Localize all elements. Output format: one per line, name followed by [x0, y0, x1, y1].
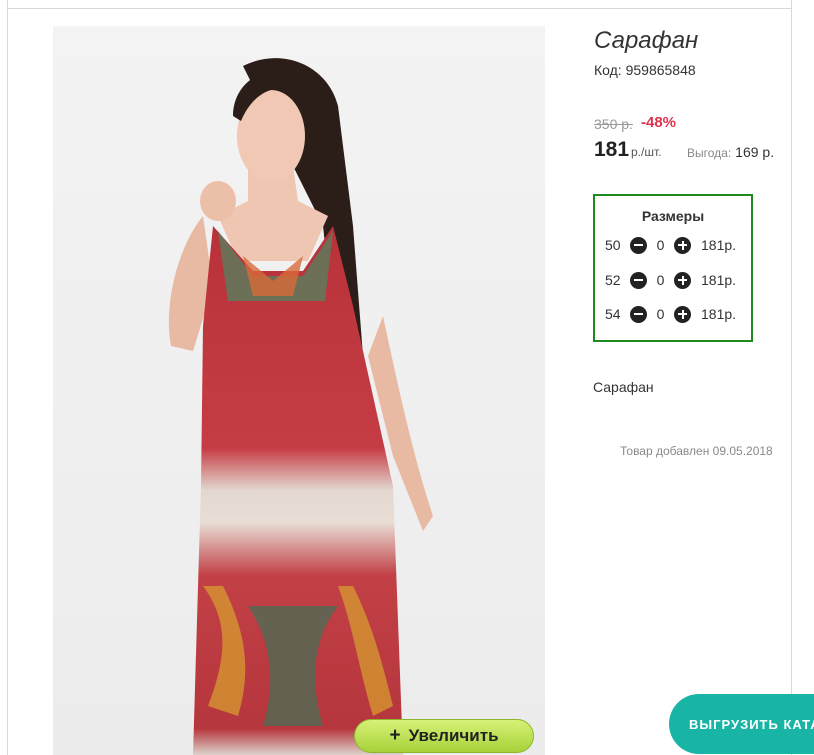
plus-icon[interactable]	[674, 305, 691, 323]
size-price: 181р.	[701, 237, 737, 253]
product-photo[interactable]	[53, 26, 545, 755]
size-row: 54 0 181р.	[605, 304, 736, 324]
old-price: 350 р.	[594, 116, 633, 132]
size-price: 181р.	[701, 272, 737, 288]
benefit: Выгода: 169 р.	[687, 144, 774, 160]
size-number: 54	[605, 306, 621, 322]
export-catalog-button[interactable]: ВЫГРУЗИТЬ КАТА	[669, 694, 814, 754]
minus-icon[interactable]	[630, 236, 647, 254]
benefit-label: Выгода:	[687, 146, 732, 160]
size-quantity: 0	[656, 272, 665, 288]
product-code: Код: 959865848	[594, 62, 696, 78]
plus-icon: +	[389, 725, 401, 746]
price-unit: р./шт.	[631, 145, 662, 159]
current-price: 181	[594, 138, 630, 161]
size-row: 52 0 181р.	[605, 270, 736, 290]
size-number: 50	[605, 237, 621, 253]
size-quantity: 0	[656, 306, 665, 322]
added-date: Товар добавлен 09.05.2018	[620, 444, 773, 458]
benefit-value: 169 р.	[735, 144, 775, 160]
minus-icon[interactable]	[630, 271, 647, 289]
zoom-button[interactable]: + Увеличить	[354, 719, 534, 753]
size-quantity: 0	[656, 237, 665, 253]
top-divider	[7, 8, 792, 9]
zoom-button-label: Увеличить	[408, 726, 499, 745]
size-row: 50 0 181р.	[605, 235, 736, 255]
sizes-panel: Размеры 50 0 181р. 52 0 181р. 54 0 181р.	[593, 194, 753, 342]
sizes-title: Размеры	[641, 208, 705, 224]
dress-model-image	[168, 58, 433, 755]
plus-icon[interactable]	[674, 271, 691, 289]
size-number: 52	[605, 272, 621, 288]
discount-badge: -48%	[641, 114, 677, 131]
product-title: Сарафан	[594, 27, 699, 54]
minus-icon[interactable]	[630, 305, 647, 323]
product-description: Сарафан	[593, 379, 654, 395]
plus-icon[interactable]	[674, 236, 691, 254]
size-price: 181р.	[701, 306, 737, 322]
